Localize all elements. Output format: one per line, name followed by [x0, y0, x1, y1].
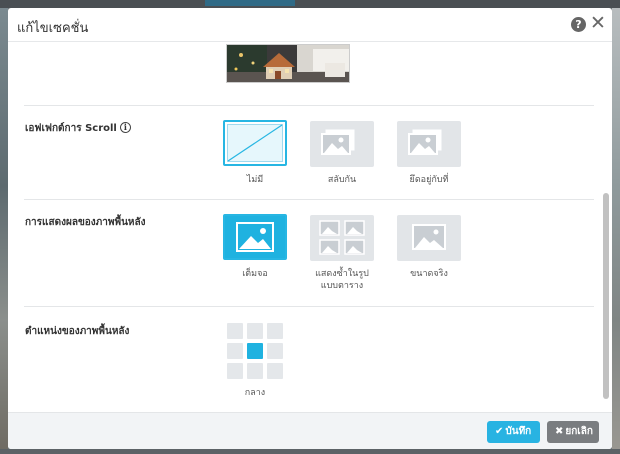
bg-option-fullscreen[interactable]	[223, 214, 287, 260]
cancel-button-label: ยกเลิก	[565, 426, 593, 437]
background-image-preview[interactable]	[226, 44, 350, 83]
close-icon[interactable]: ✕	[590, 13, 606, 33]
save-button[interactable]: ✔ บันทึก	[487, 421, 540, 443]
position-cell-bottom-left[interactable]	[227, 363, 243, 379]
x-icon: ✖	[555, 426, 564, 437]
backdrop-left	[0, 8, 8, 454]
scroll-effect-label: เอฟเฟกต์การ Scroll i	[25, 121, 131, 136]
stacked-image-icon	[321, 129, 355, 155]
backdrop-bottom	[0, 449, 620, 454]
scrollbar-thumb[interactable]	[603, 193, 609, 399]
bg-position-grid	[227, 323, 283, 379]
position-cell-middle-left[interactable]	[227, 343, 243, 359]
position-cell-center[interactable]	[247, 343, 263, 359]
bg-option-fullscreen-label: เต็มจอ	[242, 269, 268, 279]
bg-option-tile[interactable]	[310, 215, 374, 261]
stacked-image-icon	[408, 129, 442, 155]
bg-display-label: การแสดงผลของภาพพื้นหลัง	[25, 217, 146, 228]
no-effect-icon	[227, 124, 283, 162]
scrollbar[interactable]	[602, 43, 610, 411]
bg-position-selected-label: กลาง	[244, 388, 266, 398]
help-icon[interactable]: ?	[571, 17, 586, 32]
bg-option-actual-size-label: ขนาดจริง	[410, 269, 448, 279]
info-icon[interactable]: i	[119, 122, 131, 133]
dialog-header: แก้ไขเซคชั่น ? ✕	[8, 8, 612, 42]
edit-section-dialog: แก้ไขเซคชั่น ? ✕ เอฟเฟกต์การ Scroll i ไม…	[8, 8, 612, 449]
position-cell-top-center[interactable]	[247, 323, 263, 339]
image-icon	[227, 218, 283, 256]
image-icon	[412, 224, 446, 250]
scroll-option-parallax[interactable]	[310, 121, 374, 167]
divider	[24, 105, 594, 106]
scroll-option-fixed[interactable]	[397, 121, 461, 167]
position-cell-middle-right[interactable]	[267, 343, 283, 359]
save-button-label: บันทึก	[505, 426, 532, 437]
position-cell-bottom-right[interactable]	[267, 363, 283, 379]
scroll-option-none[interactable]	[223, 120, 287, 166]
bg-position-label: ตำแหน่งของภาพพื้นหลัง	[25, 326, 130, 337]
backdrop-right	[612, 8, 620, 454]
dialog-title: แก้ไขเซคชั่น	[17, 21, 89, 36]
check-icon: ✔	[495, 426, 504, 437]
divider	[24, 199, 594, 200]
position-cell-top-right[interactable]	[267, 323, 283, 339]
scroll-option-parallax-label: สลับกัน	[327, 175, 357, 185]
backdrop-top	[0, 0, 620, 8]
dialog-body: เอฟเฟกต์การ Scroll i ไม่มี สลับกัน ยึดอย…	[8, 43, 612, 411]
position-cell-top-left[interactable]	[227, 323, 243, 339]
bg-option-actual-size[interactable]	[397, 215, 461, 261]
scroll-option-none-label: ไม่มี	[246, 175, 264, 185]
position-cell-bottom-center[interactable]	[247, 363, 263, 379]
divider	[24, 306, 594, 307]
cancel-button[interactable]: ✖ ยกเลิก	[547, 421, 599, 443]
scroll-effect-label-text: เอฟเฟกต์การ Scroll	[25, 123, 117, 134]
tiled-image-icon	[319, 220, 365, 255]
bg-option-tile-label: แสดงซ้ำในรูปแบบตาราง	[315, 269, 369, 291]
scroll-option-fixed-label: ยึดอยู่กับที่	[409, 175, 449, 185]
backdrop-tab	[205, 0, 295, 6]
dialog-footer: ✔ บันทึก ✖ ยกเลิก	[8, 412, 612, 449]
